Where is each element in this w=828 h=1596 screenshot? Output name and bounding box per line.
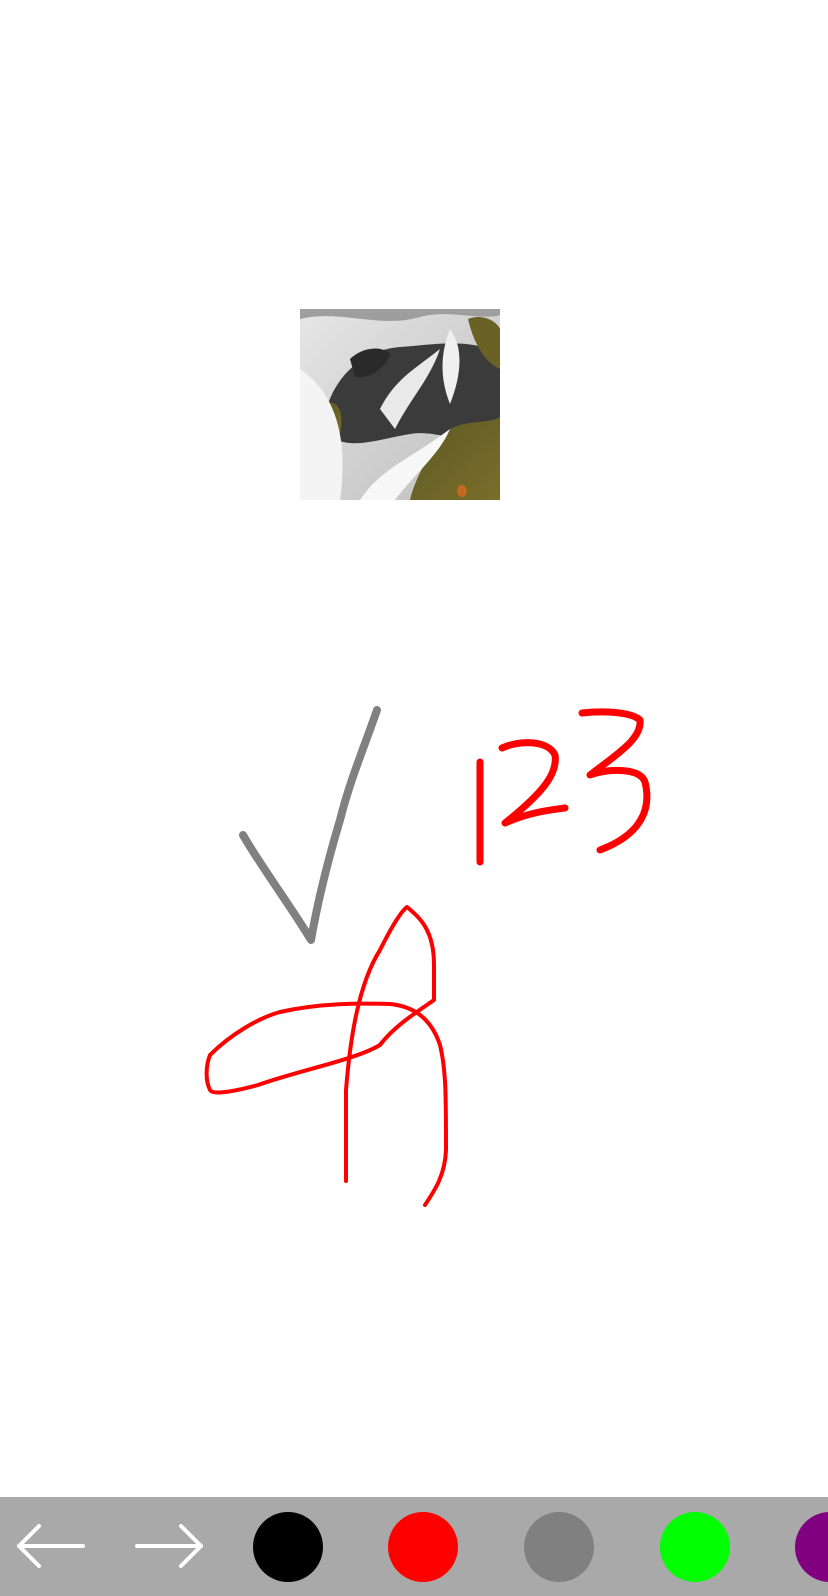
redo-button[interactable] bbox=[135, 1510, 207, 1582]
color-swatch-gray[interactable] bbox=[524, 1512, 594, 1582]
color-swatch-green[interactable] bbox=[660, 1512, 730, 1582]
color-swatch-black[interactable] bbox=[253, 1512, 323, 1582]
drawing-canvas[interactable] bbox=[0, 0, 828, 1497]
color-swatch-red[interactable] bbox=[388, 1512, 458, 1582]
drawing-layer bbox=[204, 706, 651, 1207]
arrow-right-icon bbox=[135, 1524, 203, 1568]
arrow-left-icon bbox=[17, 1524, 85, 1568]
color-swatch-purple[interactable] bbox=[795, 1512, 828, 1582]
checkmark-stroke bbox=[239, 706, 381, 944]
digit-2-stroke bbox=[498, 739, 569, 827]
undo-button[interactable] bbox=[13, 1510, 85, 1582]
toolbar bbox=[0, 1497, 828, 1596]
digit-3-stroke bbox=[578, 708, 651, 854]
loop-stroke bbox=[204, 905, 448, 1207]
